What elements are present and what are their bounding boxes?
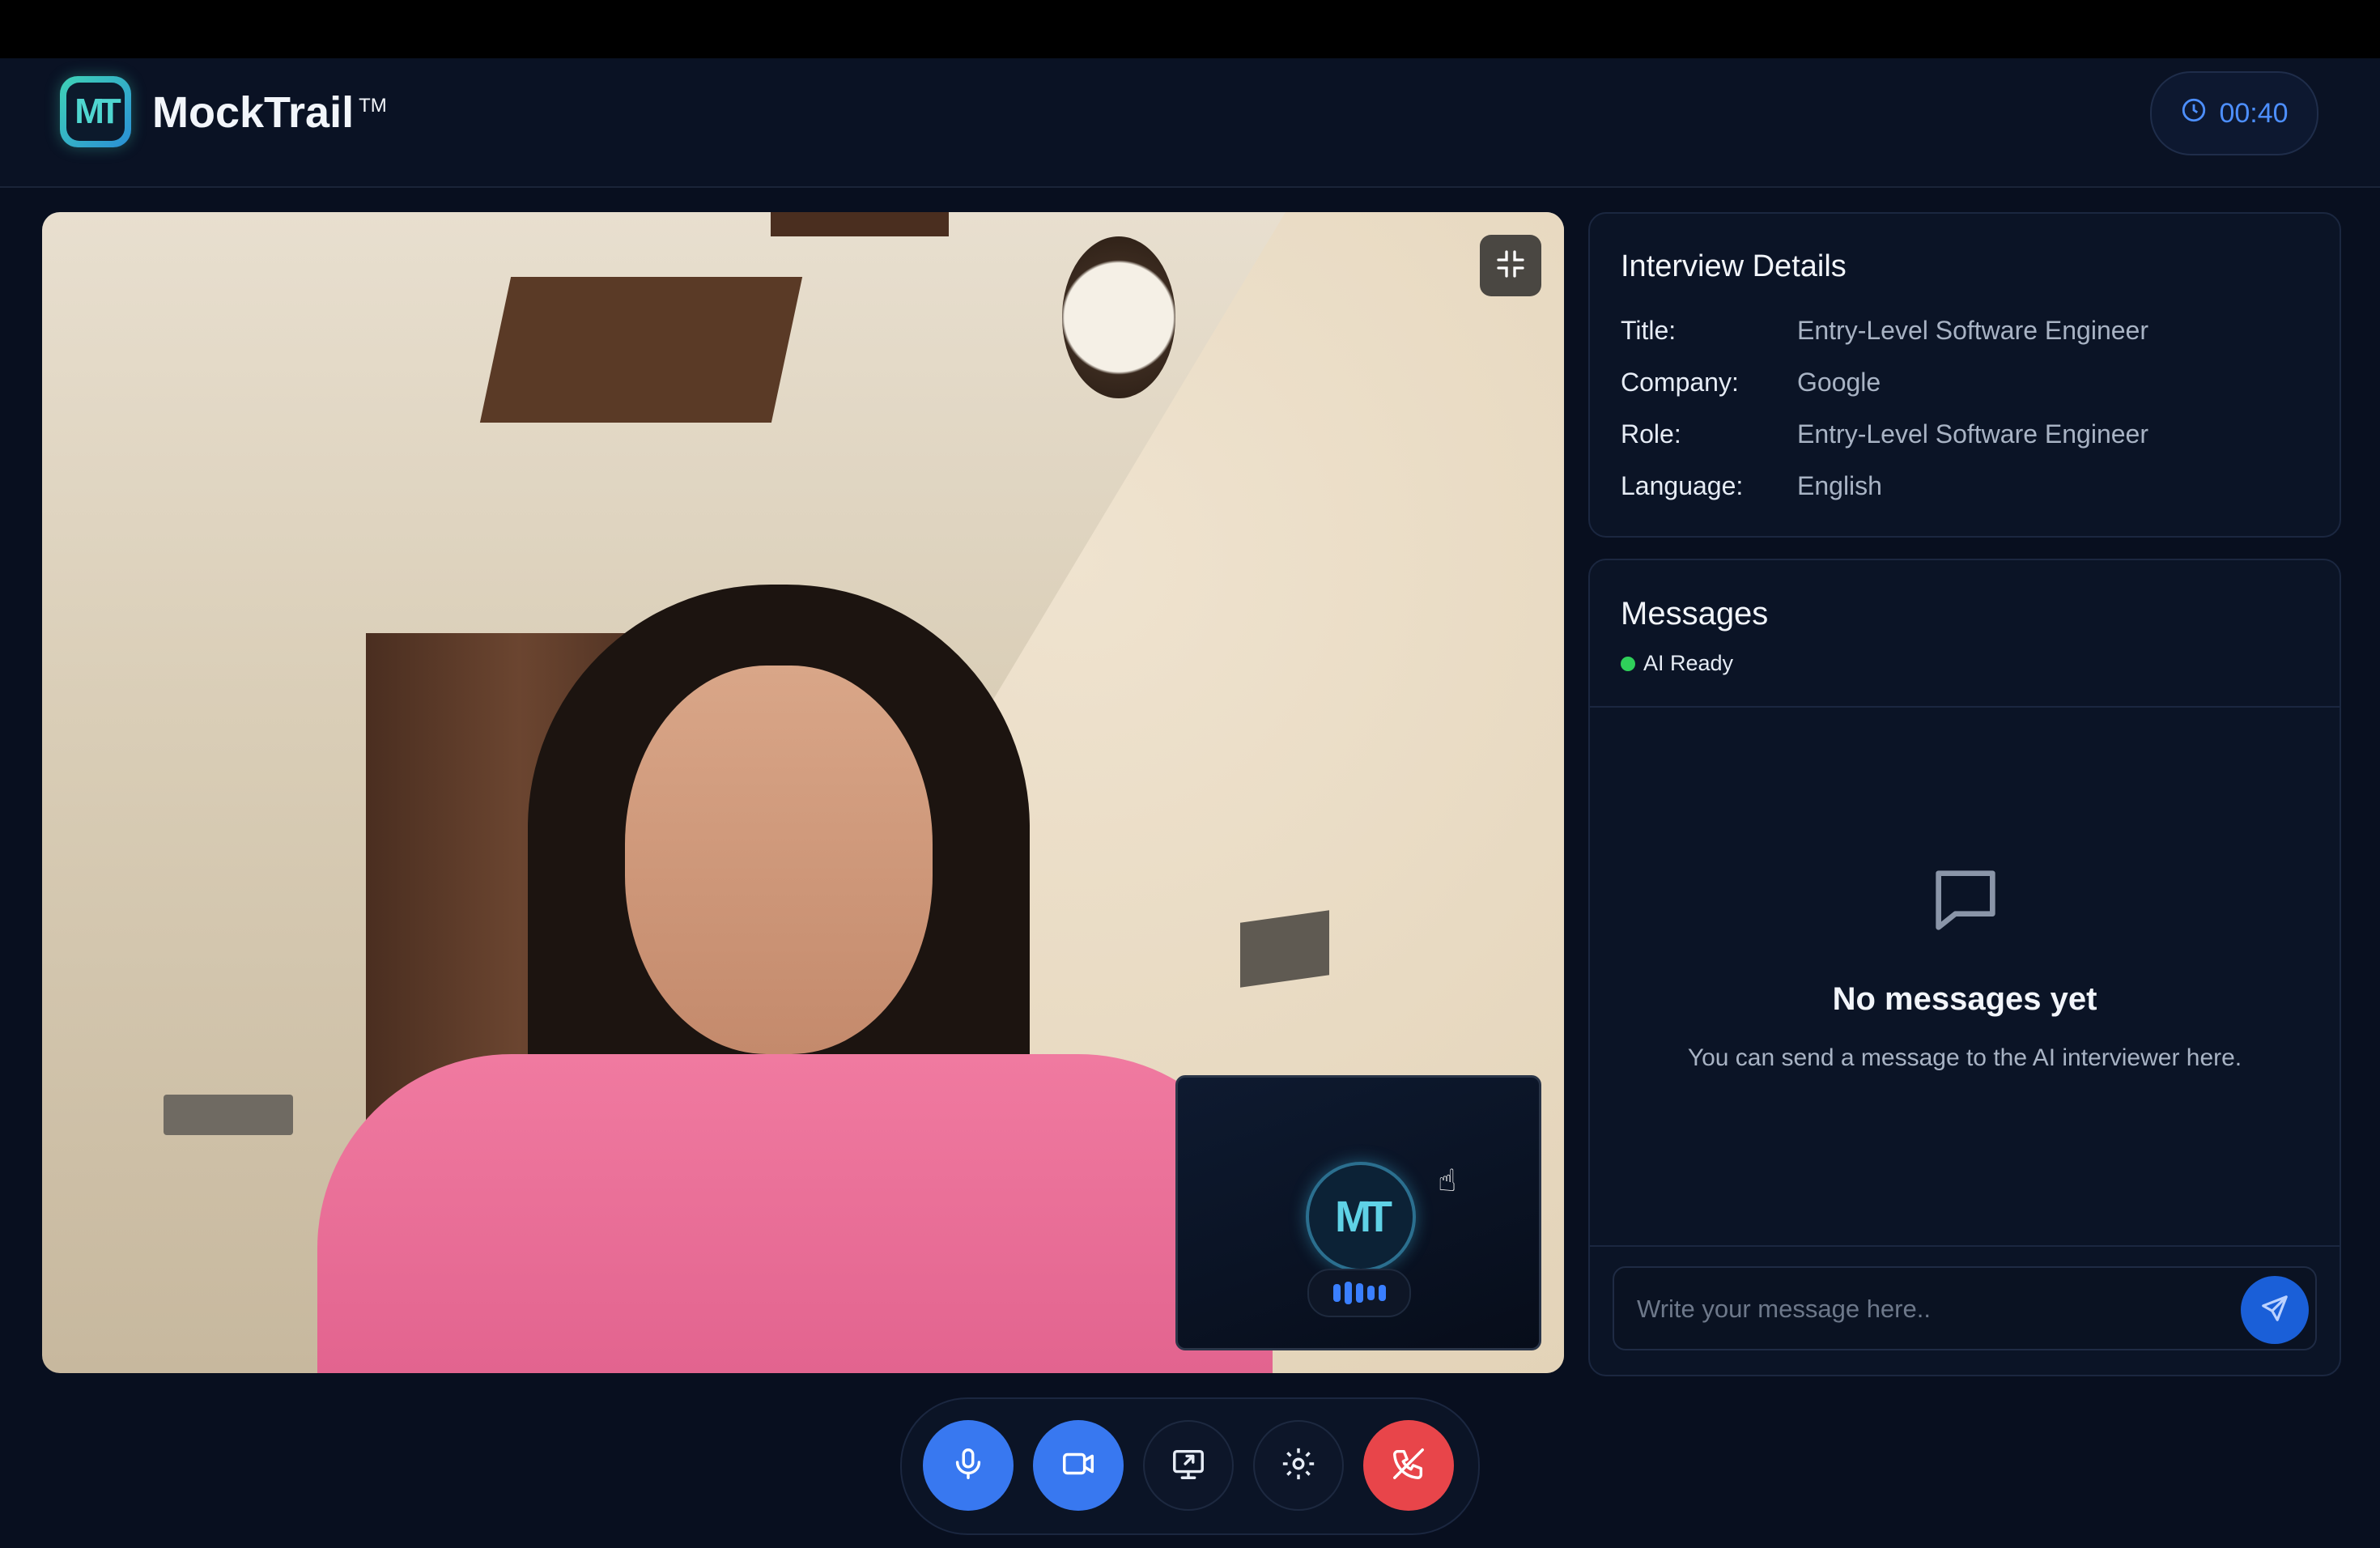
video-wall-clock: [1062, 236, 1175, 398]
ai-status-badge: AI Ready: [1621, 651, 1733, 676]
screen-share-icon: [1170, 1445, 1207, 1486]
microphone-button[interactable]: [923, 1420, 1014, 1511]
message-input[interactable]: [1614, 1268, 2254, 1350]
os-top-bar: [0, 0, 2380, 58]
video-person-face: [625, 666, 933, 1054]
clock-icon: [2180, 96, 2208, 131]
end-call-button[interactable]: [1363, 1420, 1454, 1511]
video-wall-socket: [1240, 910, 1329, 988]
detail-key: Role:: [1621, 419, 1681, 449]
divider: [1590, 1245, 2340, 1247]
camera-button[interactable]: [1033, 1420, 1124, 1511]
ai-avatar: MT: [1306, 1162, 1416, 1272]
status-dot-icon: [1621, 656, 1635, 671]
minimize-icon: [1494, 248, 1527, 284]
message-composer: [1613, 1266, 2317, 1350]
brand-name: MockTrail TM: [152, 87, 387, 138]
mic-icon: [950, 1445, 987, 1486]
brand-text: MockTrail: [152, 88, 355, 137]
video-light-switch: [164, 1095, 293, 1135]
send-message-button[interactable]: [2241, 1276, 2309, 1344]
gear-icon: [1280, 1445, 1317, 1486]
audio-level-icon: [1307, 1269, 1411, 1317]
detail-key: Language:: [1621, 471, 1744, 500]
share-screen-button[interactable]: [1143, 1420, 1234, 1511]
trademark: TM: [359, 95, 387, 117]
video-person-body: [317, 1054, 1273, 1373]
detail-value: Entry-Level Software Engineer: [1797, 316, 2148, 345]
mouse-cursor-icon: ☝: [1438, 1164, 1457, 1198]
empty-state-subtitle: You can send a message to the AI intervi…: [1687, 1044, 2242, 1071]
detail-value: English: [1797, 471, 1882, 500]
ai-status-text: AI Ready: [1643, 651, 1734, 675]
chat-bubble-icon: [1925, 860, 2006, 941]
interview-details-panel: Interview Details Title: Entry-Level Sof…: [1588, 212, 2341, 538]
minimize-video-button[interactable]: [1480, 235, 1541, 296]
timer-value: 00:40: [2219, 97, 2289, 129]
logo-letters: MT: [66, 83, 125, 141]
send-icon: [2259, 1293, 2290, 1328]
video-ceiling-beam: [771, 212, 949, 236]
app-logo: MT: [60, 76, 131, 147]
details-heading: Interview Details: [1621, 249, 1847, 283]
messages-panel: Messages AI Ready No messages yet You ca…: [1588, 559, 2341, 1376]
messages-heading: Messages: [1621, 596, 1769, 632]
call-controls: [900, 1397, 1480, 1535]
detail-value: Entry-Level Software Engineer: [1797, 419, 2148, 449]
phone-off-icon: [1390, 1445, 1427, 1486]
video-icon: [1060, 1445, 1097, 1486]
empty-state-title: No messages yet: [1832, 981, 2097, 1017]
detail-value: Google: [1797, 368, 1881, 397]
divider: [1590, 706, 2340, 708]
app-header: MT MockTrail TM 00:40: [0, 58, 2380, 188]
detail-key: Company:: [1621, 368, 1739, 397]
ai-interviewer-pip[interactable]: MT: [1175, 1075, 1541, 1350]
interview-timer: 00:40: [2150, 71, 2318, 155]
settings-button[interactable]: [1253, 1420, 1344, 1511]
video-ceiling-box: [479, 277, 803, 423]
user-video-feed: MT: [42, 212, 1564, 1373]
detail-key: Title:: [1621, 316, 1677, 345]
